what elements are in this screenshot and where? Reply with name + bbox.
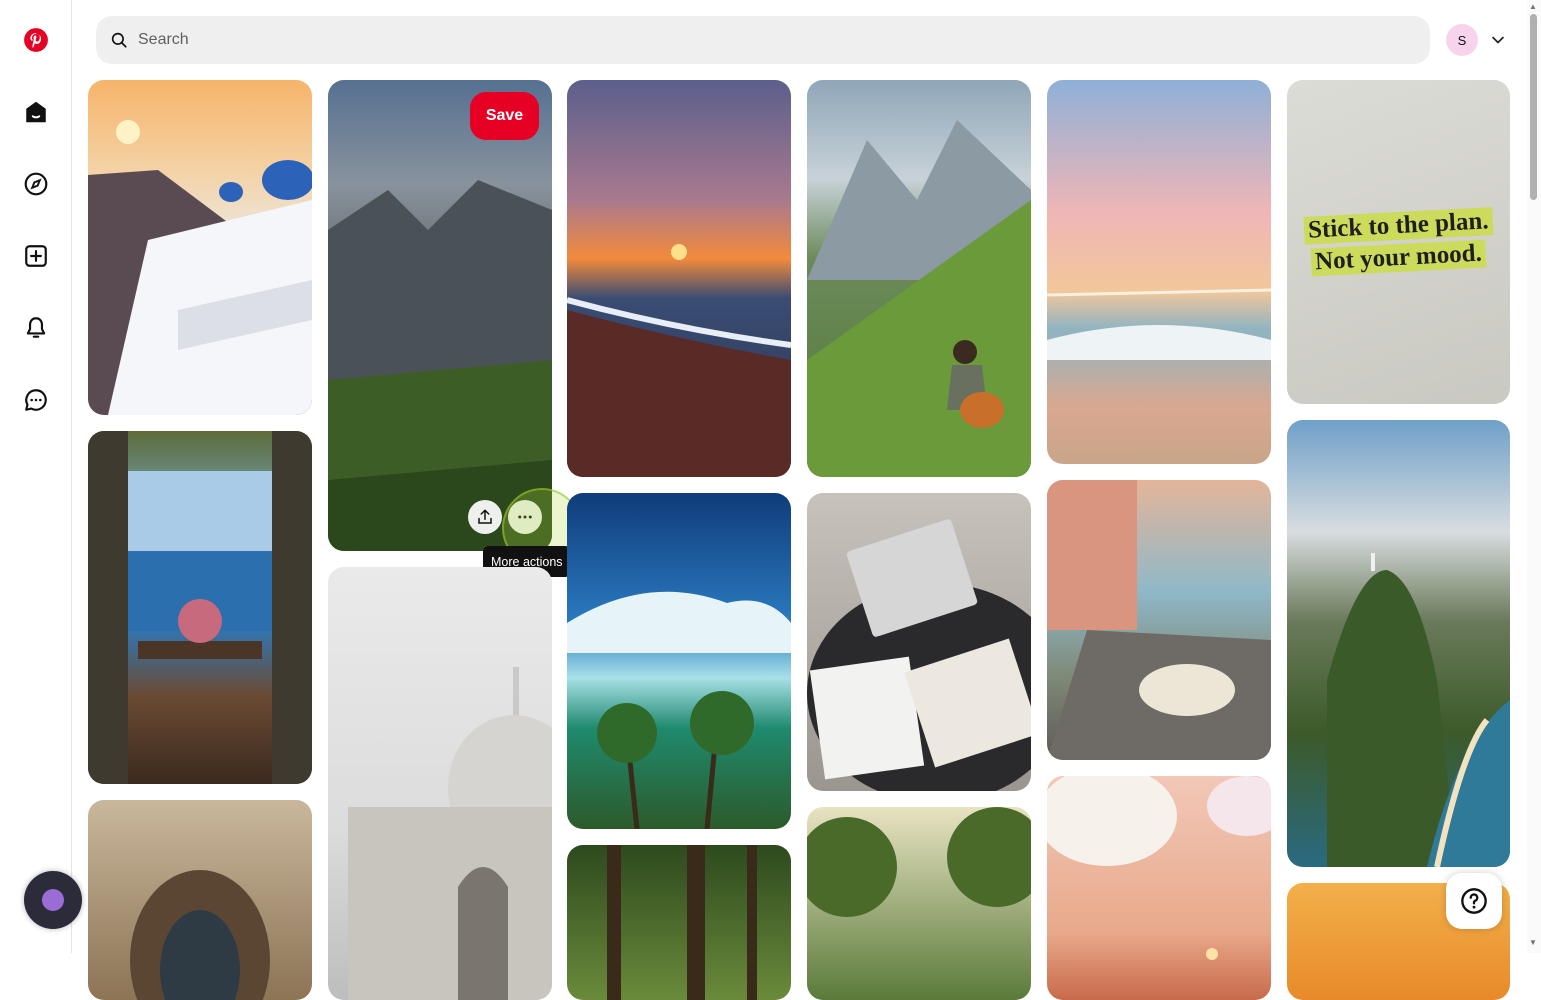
pin-image xyxy=(88,431,312,784)
quote-line-2: Not your mood. xyxy=(1310,239,1487,277)
notifications-icon[interactable] xyxy=(12,304,60,352)
pin-ocean-sky[interactable] xyxy=(1047,80,1271,464)
home-icon[interactable] xyxy=(12,88,60,136)
help-icon xyxy=(1461,888,1487,914)
pin-rio-coast[interactable] xyxy=(1287,420,1510,867)
pin-image xyxy=(567,244,791,477)
pin-forest[interactable] xyxy=(567,845,791,1000)
quote-line-1: Stick to the plan. xyxy=(1303,207,1494,245)
scroll-up-icon[interactable]: ▲ xyxy=(1529,2,1537,11)
hover-overlay xyxy=(328,80,552,551)
scroll-thumb[interactable] xyxy=(1530,14,1537,200)
share-button[interactable] xyxy=(468,500,502,534)
explore-icon[interactable] xyxy=(12,160,60,208)
pin-coastal-car[interactable] xyxy=(1047,480,1271,760)
help-button[interactable] xyxy=(1446,873,1502,929)
sidebar xyxy=(0,0,72,953)
search-input[interactable] xyxy=(136,30,1340,50)
pin-wisteria[interactable] xyxy=(1047,776,1271,1000)
pinterest-logo-icon[interactable] xyxy=(12,16,60,64)
pin-garden[interactable] xyxy=(807,807,1031,1000)
pin-image xyxy=(607,845,757,1000)
search-icon xyxy=(111,32,127,48)
pin-image xyxy=(1047,776,1271,960)
pin-image xyxy=(130,870,270,1000)
pin-taj-mahal[interactable] xyxy=(328,567,552,1000)
pin-laptop-desk[interactable] xyxy=(807,493,1031,791)
save-button[interactable]: Save xyxy=(470,92,539,140)
share-icon xyxy=(478,509,492,524)
pin-image xyxy=(1047,288,1271,360)
pin-quote[interactable]: Stick to the plan. Not your mood. xyxy=(1287,80,1510,404)
pin-mountain-hiker[interactable] xyxy=(807,80,1031,477)
pin-alpine-valley[interactable] xyxy=(328,80,552,551)
pin-image xyxy=(88,120,312,415)
chevron-down-icon[interactable] xyxy=(1488,30,1508,50)
pin-image xyxy=(807,807,1031,917)
pin-surf-wave[interactable] xyxy=(567,493,791,829)
pin-image xyxy=(348,667,552,1000)
search-bar[interactable] xyxy=(96,16,1430,64)
pin-image xyxy=(807,120,1031,477)
assistant-button[interactable] xyxy=(24,871,82,929)
pin-image xyxy=(567,591,791,829)
avatar[interactable]: S xyxy=(1446,24,1478,56)
pin-cave[interactable] xyxy=(88,800,312,1000)
pin-terrace-dining[interactable] xyxy=(88,431,312,784)
pin-beach-sunset[interactable] xyxy=(567,80,791,477)
pin-image xyxy=(1327,553,1510,867)
pin-santorini[interactable] xyxy=(88,80,312,415)
create-icon[interactable] xyxy=(12,232,60,280)
pin-image xyxy=(1047,480,1271,760)
messages-icon[interactable] xyxy=(12,376,60,424)
assistant-icon xyxy=(42,889,64,911)
scroll-down-icon[interactable]: ▼ xyxy=(1529,938,1537,947)
scrollbar[interactable]: ▲ ▼ xyxy=(1527,0,1541,953)
pin-image xyxy=(807,519,1031,791)
